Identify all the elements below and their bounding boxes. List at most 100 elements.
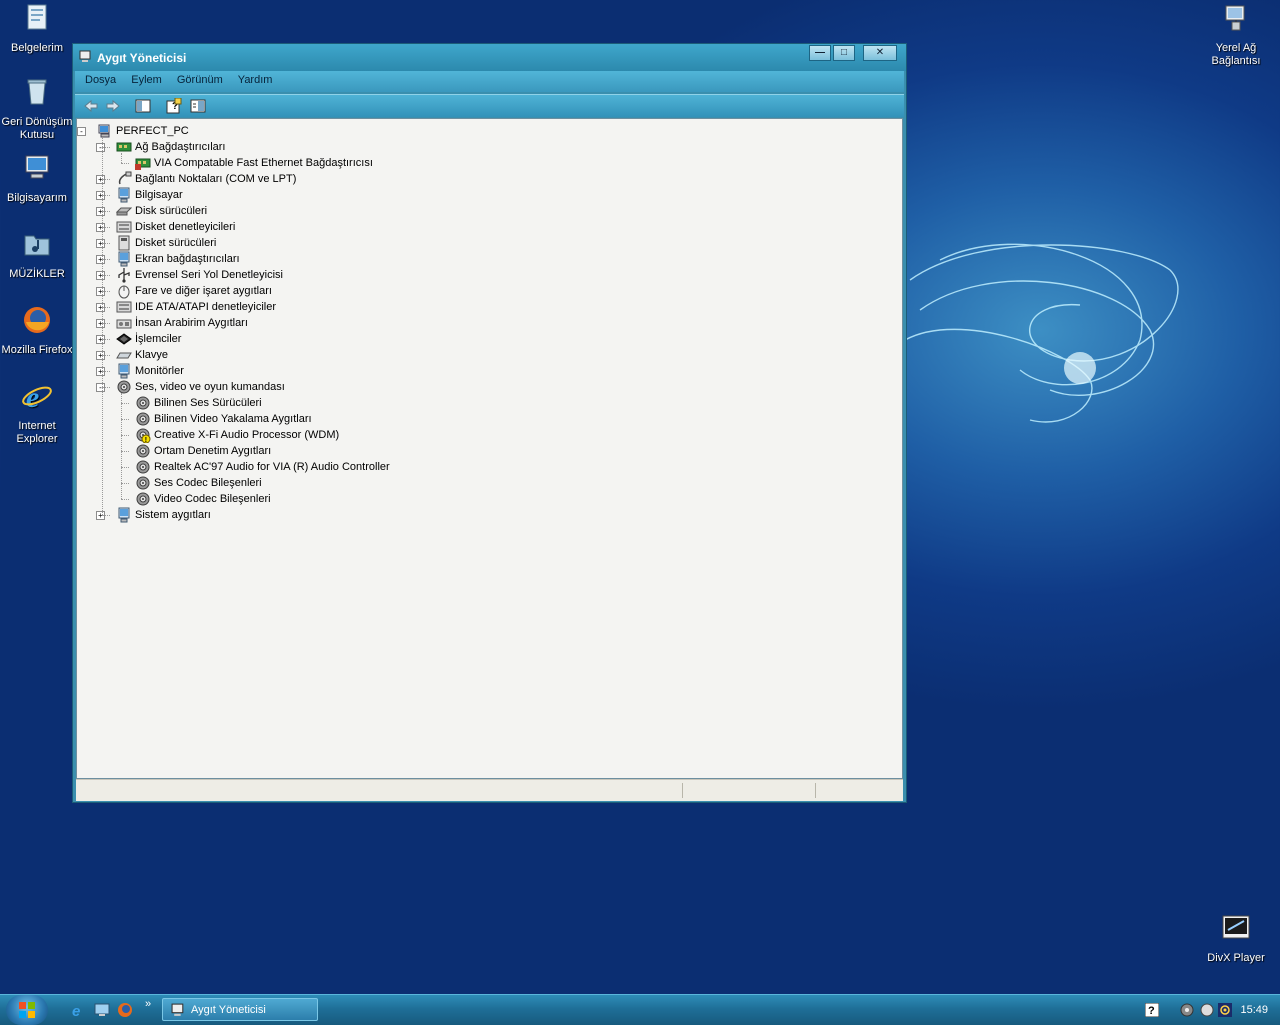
status-separator	[815, 783, 816, 798]
properties-icon[interactable]	[190, 98, 206, 114]
tree-item-label: Ortam Denetim Aygıtları	[154, 445, 272, 457]
tree-item-label: Ağ Bağdaştırıcıları	[135, 141, 226, 153]
taskbar-task-label: Aygıt Yöneticisi	[191, 1004, 266, 1016]
maximize-button[interactable]: □	[833, 45, 855, 61]
tree-item-label: Bilgisayar	[135, 189, 183, 201]
tree-connector	[121, 153, 122, 163]
monitor-icon	[118, 363, 130, 379]
desktop-icon-music-folder[interactable]: MÜZİKLER	[0, 228, 74, 281]
tree-connector	[102, 243, 110, 244]
close-button[interactable]: ✕	[863, 45, 897, 61]
menu-dosya[interactable]: Dosya	[79, 71, 122, 86]
tree-connector	[102, 227, 110, 228]
close-icon: ✕	[875, 47, 885, 58]
desktop-icon-label: Yerel Ağ Bağlantısı	[1211, 42, 1261, 67]
sound-device-icon	[136, 444, 150, 458]
start-button[interactable]	[6, 995, 48, 1025]
system-device-icon	[118, 507, 130, 523]
display-adapter-icon	[118, 251, 130, 267]
tree-item-label: Klavye	[135, 349, 169, 361]
tree-connector	[121, 393, 122, 499]
network-card-icon	[135, 158, 151, 170]
tree-connector	[102, 387, 110, 388]
desktop-icon-network[interactable]: Yerel Ağ Bağlantısı	[1199, 2, 1273, 68]
device-tree[interactable]: - PERFECT_PC - Ağ Bağdaştırıcıları VIA Compa…	[76, 118, 903, 779]
tree-item-label: Video Codec Bileşenleri	[154, 493, 271, 505]
ide-controller-icon	[116, 301, 132, 313]
toolbar: ?	[75, 94, 904, 117]
back-arrow-icon[interactable]	[83, 98, 99, 114]
forward-arrow-icon[interactable]	[105, 98, 121, 114]
desktop-icon-internet-explorer[interactable]: e Internet Explorer	[0, 380, 74, 446]
taskbar: e » Aygıt Yöneticisi ? 15:49	[0, 994, 1280, 1025]
tree-connector	[102, 291, 110, 292]
disk-drive-icon	[116, 207, 132, 216]
network-connection-icon	[1225, 5, 1245, 31]
quicklaunch-ie-icon[interactable]: e	[70, 1002, 86, 1018]
desktop-icon-label: Bilgisayarım	[7, 192, 67, 204]
tree-connector	[121, 163, 129, 164]
tree-connector	[102, 137, 103, 515]
drive-tray-icon[interactable]	[1200, 1003, 1214, 1017]
system-tray: ? 15:49	[1140, 995, 1280, 1025]
desktop-icon-recycle-bin[interactable]: Geri Dönüşüm Kutusu	[0, 76, 74, 142]
sound-device-icon	[136, 460, 150, 474]
my-computer-icon	[25, 155, 49, 179]
taskbar-task-device-manager[interactable]: Aygıt Yöneticisi	[162, 998, 318, 1021]
wireless-tray-icon[interactable]	[1218, 1003, 1232, 1017]
desktop-icon-label: Geri Dönüşüm Kutusu	[1, 116, 73, 141]
desktop-icon-label: Internet Explorer	[16, 420, 58, 445]
tree-item-label: Creative X-Fi Audio Processor (WDM)	[154, 429, 340, 441]
tree-connector	[102, 515, 110, 516]
quicklaunch-desktop-icon[interactable]	[94, 1002, 110, 1018]
desktop-icon-label: Mozilla Firefox	[1, 344, 73, 356]
desktop-icon-firefox[interactable]: Mozilla Firefox	[0, 304, 74, 357]
tree-item-label: İnsan Arabirim Aygıtları	[135, 317, 248, 329]
tree-item-label: Disk sürücüleri	[135, 205, 208, 217]
tree-item-label: Bağlantı Noktaları (COM ve LPT)	[135, 173, 297, 185]
processor-icon	[116, 333, 132, 345]
desktop-icon-documents[interactable]: Belgelerim	[0, 2, 74, 55]
sound-device-icon	[136, 476, 150, 490]
status-bar	[76, 779, 903, 801]
tree-connector	[102, 307, 110, 308]
help-tray-icon[interactable]: ?	[1145, 1003, 1159, 1017]
tree-connector	[102, 179, 110, 180]
clock[interactable]: 15:49	[1240, 1004, 1268, 1016]
keyboard-icon	[116, 352, 132, 359]
wallpaper-swirl	[904, 243, 1179, 423]
help-properties-icon[interactable]: ?	[166, 98, 182, 114]
computer-icon	[118, 187, 130, 203]
collapse-icon[interactable]: -	[77, 127, 86, 136]
audio-tray-icon[interactable]	[1180, 1003, 1194, 1017]
menu-eylem[interactable]: Eylem	[125, 71, 168, 86]
desktop-icon-label: MÜZİKLER	[9, 268, 65, 280]
svg-text:?: ?	[1148, 1005, 1155, 1017]
internet-explorer-icon: e	[22, 381, 52, 414]
tree-item-label: Monitörler	[135, 365, 184, 377]
tree-connector	[121, 483, 129, 484]
quicklaunch-firefox-icon[interactable]	[117, 1002, 133, 1018]
tree-item-label: VIA Compatable Fast Ethernet Bağdaştırıc…	[154, 157, 373, 169]
tree-item-label: Ses Codec Bileşenleri	[154, 477, 262, 489]
sound-icon	[117, 380, 131, 394]
quicklaunch-chevron-icon[interactable]: »	[145, 998, 151, 1010]
menu-gorunum[interactable]: Görünüm	[171, 71, 229, 86]
minimize-button[interactable]: —	[809, 45, 831, 61]
show-hide-tree-icon[interactable]	[135, 98, 151, 114]
desktop-icon-my-computer[interactable]: Bilgisayarım	[0, 152, 74, 205]
menu-yardim[interactable]: Yardım	[232, 71, 279, 86]
device-manager-window: Aygıt Yöneticisi — □ ✕ Dosya Eylem Görün…	[72, 43, 907, 803]
tree-item-label: PERFECT_PC	[116, 125, 189, 137]
floppy-drive-icon	[118, 235, 130, 251]
desktop-icon-divx[interactable]: DivX Player	[1199, 912, 1273, 965]
tree-connector	[121, 419, 129, 420]
root-computer-icon	[98, 124, 110, 138]
tree-item-label: Ekran bağdaştırıcıları	[135, 253, 240, 265]
title-bar[interactable]: Aygıt Yöneticisi — □ ✕	[73, 44, 906, 71]
tree-connector	[121, 435, 129, 436]
tree-item-label: Evrensel Seri Yol Denetleyicisi	[135, 269, 283, 281]
minimize-icon: —	[815, 47, 825, 58]
tree-item-label: Realtek AC'97 Audio for VIA (R) Audio Co…	[154, 461, 390, 473]
mouse-icon	[118, 285, 130, 299]
